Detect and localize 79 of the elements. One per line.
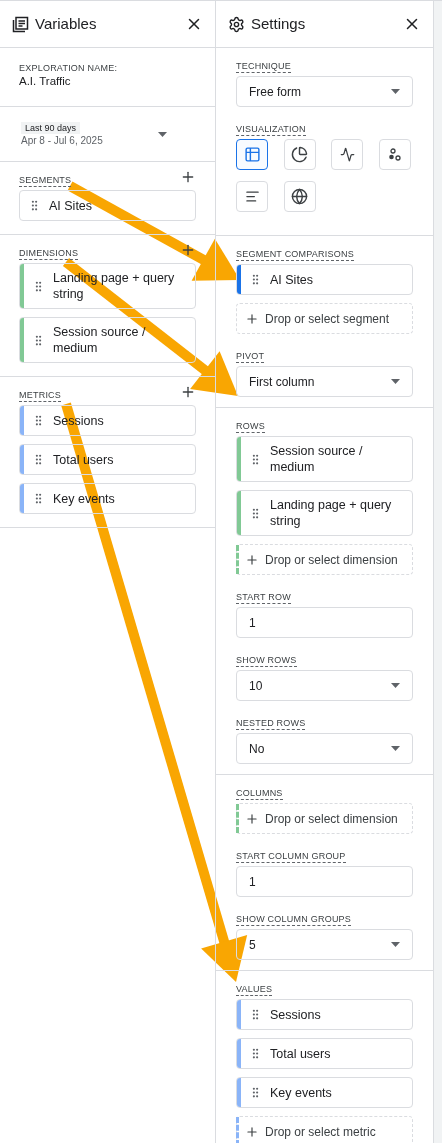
section-label: START COLUMN GROUP — [236, 851, 346, 863]
section-label: SHOW ROWS — [236, 655, 297, 667]
chip[interactable]: AI Sites — [19, 190, 196, 221]
chip-label: Total users — [270, 1045, 331, 1062]
globe-icon — [291, 188, 308, 205]
input-field[interactable]: 1 — [236, 607, 413, 638]
chip[interactable]: Session source / medium — [19, 317, 196, 363]
table-icon — [243, 146, 261, 163]
select-field[interactable]: 5 — [236, 929, 413, 960]
plus-icon — [245, 1124, 259, 1139]
date-range: Apr 8 - Jul 6, 2025 — [21, 133, 103, 147]
chip[interactable]: AI Sites — [236, 264, 413, 295]
caret-icon — [391, 942, 400, 947]
select-field[interactable]: First column — [236, 366, 413, 397]
input-field[interactable]: 1 — [236, 866, 413, 897]
caret-icon — [391, 683, 400, 688]
drop-zone[interactable]: Drop or select dimension — [236, 803, 413, 834]
scatter-icon — [387, 147, 402, 162]
caret-icon — [391, 379, 400, 384]
plus-icon — [245, 311, 259, 326]
donut-chart-icon — [291, 146, 308, 163]
section-label: START ROW — [236, 592, 292, 604]
section-label: COLUMNS — [236, 788, 283, 800]
panel-title: Settings — [251, 13, 306, 34]
plus-icon — [245, 811, 259, 826]
plus-icon — [245, 552, 259, 567]
date-range-picker[interactable]: Last 90 days Apr 8 - Jul 6, 2025 — [0, 107, 215, 162]
section-label: METRICS — [19, 390, 62, 402]
select-field[interactable]: No — [236, 733, 413, 764]
select-value: 5 — [249, 936, 256, 954]
section-label: SHOW COLUMN GROUPS — [236, 914, 352, 926]
select-field[interactable]: Free form — [236, 76, 413, 107]
select-value: Free form — [249, 83, 301, 101]
caret-icon — [391, 746, 400, 751]
chip-label: AI Sites — [49, 197, 93, 214]
select-value: 10 — [249, 677, 263, 695]
exploration-name[interactable]: A.I. Traffic — [19, 74, 196, 88]
select-value: No — [249, 740, 265, 758]
section-label: VALUES — [236, 984, 273, 996]
chip[interactable]: Total users — [236, 1038, 413, 1069]
chip[interactable]: Key events — [236, 1077, 413, 1108]
chip-label: Key events — [270, 1084, 332, 1101]
section-label: VISUALIZATION — [236, 124, 306, 136]
variables-icon — [12, 15, 29, 33]
chip-label: AI Sites — [270, 271, 314, 288]
bar-chart-icon — [244, 189, 260, 204]
section-label: PIVOT — [236, 351, 265, 363]
select-value: First column — [249, 373, 315, 391]
section-label: SEGMENTS — [19, 175, 72, 187]
section-label: NESTED ROWS — [236, 718, 306, 730]
section-label: TECHNIQUE — [236, 61, 292, 73]
drop-zone-label: Drop or select dimension — [265, 810, 398, 828]
chip-label: Session source / medium — [270, 443, 364, 475]
section-label: ROWS — [236, 421, 265, 433]
add-icon[interactable] — [180, 242, 196, 258]
chip[interactable]: Landing page + query string — [236, 490, 413, 536]
chip-label: Landing page + query string — [270, 497, 393, 529]
drop-zone[interactable]: Drop or select segment — [236, 303, 413, 334]
drop-zone[interactable]: Drop or select dimension — [236, 544, 413, 575]
drop-zone-label: Drop or select dimension — [265, 551, 398, 569]
chip[interactable]: Session source / medium — [236, 436, 413, 482]
chip-label: Sessions — [270, 1006, 321, 1023]
chip[interactable]: Sessions — [236, 999, 413, 1030]
drop-zone-label: Drop or select metric — [265, 1123, 376, 1141]
panel-title: Variables — [35, 13, 97, 34]
caret-icon — [158, 131, 167, 137]
section-label: DIMENSIONS — [19, 248, 79, 260]
select-field[interactable]: 10 — [236, 670, 413, 701]
caret-icon — [391, 89, 400, 94]
drop-zone[interactable]: Drop or select metric — [236, 1116, 413, 1143]
field-label: EXPLORATION NAME: — [19, 63, 119, 74]
add-icon[interactable] — [180, 384, 196, 400]
line-chart-icon — [339, 147, 355, 162]
section-label: SEGMENT COMPARISONS — [236, 249, 354, 261]
add-icon[interactable] — [180, 169, 196, 185]
chip-label: Session source / medium — [53, 324, 147, 356]
date-preset: Last 90 days — [21, 121, 81, 134]
drop-zone-label: Drop or select segment — [265, 310, 390, 328]
settings-icon — [228, 15, 245, 33]
